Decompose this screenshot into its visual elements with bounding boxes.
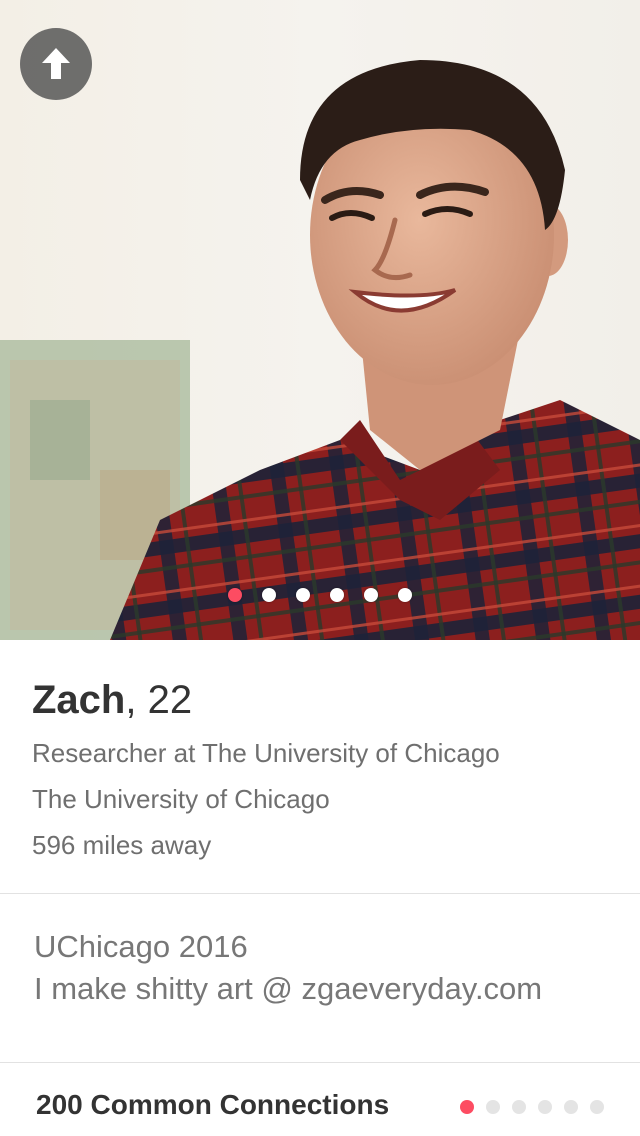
name-separator: ,: [125, 678, 137, 722]
page-dot[interactable]: [512, 1100, 526, 1114]
page-dot[interactable]: [398, 588, 412, 602]
profile-job: Researcher at The University of Chicago: [32, 738, 500, 768]
profile-school: The University of Chicago: [32, 784, 330, 814]
profile-name: Zach: [32, 678, 126, 722]
page-dot-active[interactable]: [460, 1100, 474, 1114]
common-connections-label: 200 Common Connections: [36, 1089, 390, 1120]
page-dot[interactable]: [590, 1100, 604, 1114]
profile-photo-image: [0, 0, 640, 640]
page-dot[interactable]: [262, 588, 276, 602]
page-dot[interactable]: [486, 1100, 500, 1114]
page-dot[interactable]: [538, 1100, 552, 1114]
back-button[interactable]: [20, 28, 92, 100]
arrow-up-icon: [42, 48, 70, 79]
page-dot[interactable]: [564, 1100, 578, 1114]
bio-line: I make shitty art @ zgaeveryday.com: [34, 971, 543, 1006]
profile-age: 22: [147, 678, 193, 722]
connections-page-indicator[interactable]: [460, 1100, 604, 1114]
profile-screen: Zach, 22 Researcher at The University of…: [0, 0, 640, 1136]
page-dot[interactable]: [296, 588, 310, 602]
profile-info: Zach, 22 Researcher at The University of…: [0, 640, 640, 894]
page-dot[interactable]: [364, 588, 378, 602]
photo-page-indicator[interactable]: [0, 588, 640, 602]
profile-bio: UChicago 2016 I make shitty art @ zgaeve…: [0, 895, 640, 1063]
profile-distance: 596 miles away: [32, 830, 212, 860]
common-connections[interactable]: 200 Common Connections: [0, 1063, 640, 1136]
page-dot-active[interactable]: [228, 588, 242, 602]
bio-line: UChicago 2016: [34, 929, 248, 964]
profile-photo[interactable]: [0, 0, 640, 640]
page-dot[interactable]: [330, 588, 344, 602]
name-age: Zach, 22: [32, 678, 192, 723]
